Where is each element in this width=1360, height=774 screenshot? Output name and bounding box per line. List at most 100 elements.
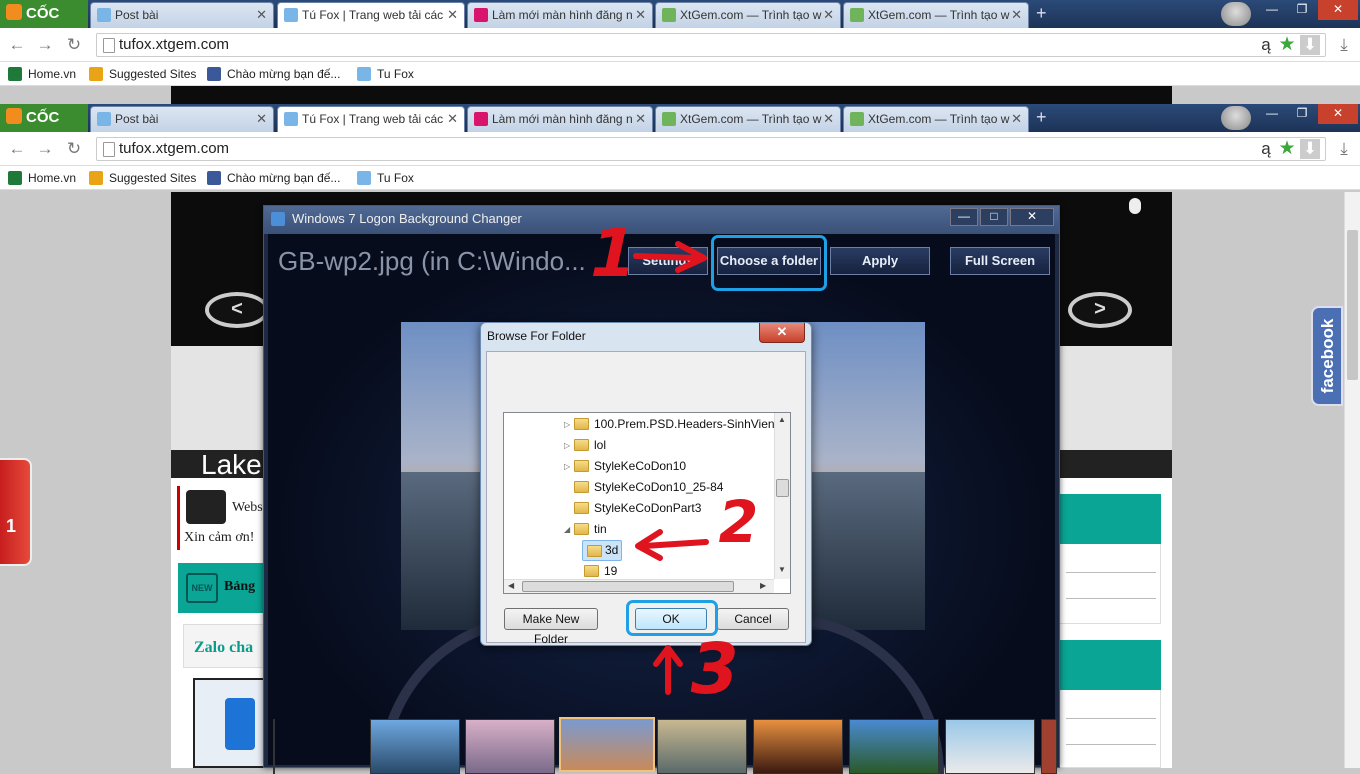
- coccoc-logo[interactable]: CỐC CỐC: [0, 0, 88, 50]
- tree-item-selected[interactable]: 3d: [582, 540, 622, 561]
- tab-tufox[interactable]: Tú Fox | Trang web tải các ✕: [277, 2, 465, 29]
- bookmark-tufox[interactable]: Tu Fox: [357, 169, 414, 187]
- close-icon[interactable]: ✕: [447, 107, 458, 131]
- window-close-button[interactable]: ✕: [1010, 208, 1054, 226]
- tree-vertical-scrollbar[interactable]: ▲ ▼: [774, 413, 790, 579]
- minimize-button[interactable]: —: [1258, 0, 1286, 20]
- sidebar-card-header-1: [1057, 494, 1161, 544]
- reload-icon[interactable]: ↻: [64, 35, 84, 55]
- xtgem-icon: [850, 8, 864, 22]
- download-arrow-icon[interactable]: ⬇: [1300, 139, 1320, 159]
- url-input[interactable]: tufox.xtgem.com: [96, 33, 1326, 57]
- bookmark-tufox[interactable]: Tu Fox: [357, 65, 414, 83]
- close-icon[interactable]: ✕: [1011, 3, 1022, 27]
- tree-horizontal-scrollbar[interactable]: ◀ ▶: [504, 579, 774, 593]
- expand-arrow-icon[interactable]: ▷: [564, 414, 574, 435]
- coccoc-logo[interactable]: CỐC CỐC: [0, 104, 88, 154]
- close-window-button[interactable]: ✕: [1318, 104, 1358, 124]
- bookmark-suggested[interactable]: Suggested Sites: [89, 65, 196, 83]
- make-new-folder-button[interactable]: Make New Folder: [504, 608, 598, 646]
- thumbnail-4-selected[interactable]: [559, 717, 655, 772]
- tab-post-bai[interactable]: Post bài ✕: [90, 106, 274, 132]
- tab-post-bai[interactable]: Post bài ✕: [90, 2, 274, 28]
- tree-item[interactable]: ▷ StyleKeCoDon10: [504, 456, 774, 477]
- close-icon[interactable]: ✕: [823, 107, 834, 131]
- cancel-button[interactable]: Cancel: [717, 608, 789, 630]
- thumbnail-9[interactable]: [1041, 719, 1057, 774]
- tab-lam-moi[interactable]: Làm mới màn hình đăng n ✕: [467, 2, 653, 28]
- slider-next-button[interactable]: >: [1068, 292, 1132, 328]
- window-minimize-button[interactable]: —: [950, 208, 978, 226]
- reload-icon[interactable]: ↻: [64, 139, 84, 159]
- t-icon: [474, 112, 488, 126]
- new-tab-button[interactable]: +: [1036, 108, 1052, 126]
- new-tab-button[interactable]: +: [1036, 4, 1052, 22]
- full-screen-button[interactable]: Full Screen: [950, 247, 1050, 275]
- annotation-arrow-left: [635, 529, 709, 561]
- thumbnail-6[interactable]: [753, 719, 843, 774]
- maximize-button[interactable]: ❐: [1288, 0, 1316, 20]
- collapse-arrow-icon[interactable]: ◢: [564, 519, 574, 540]
- bookmark-home[interactable]: Home.vn: [8, 169, 76, 187]
- tree-scroll-thumb[interactable]: [776, 479, 789, 497]
- bing-icon: [89, 67, 103, 81]
- tab-tufox[interactable]: Tú Fox | Trang web tải các ✕: [277, 106, 465, 133]
- window-maximize-button[interactable]: □: [980, 208, 1008, 226]
- maximize-button[interactable]: ❐: [1288, 104, 1316, 124]
- scroll-right-icon[interactable]: ▶: [760, 581, 766, 590]
- scroll-up-icon[interactable]: ▲: [778, 415, 786, 424]
- tree-item[interactable]: ▷ 100.Prem.PSD.Headers-SinhVienIT: [504, 414, 785, 435]
- back-icon[interactable]: ←: [7, 35, 27, 55]
- language-indicator[interactable]: ą: [1256, 35, 1276, 55]
- address-bar: ← → ↻ tufox.xtgem.com ą ★ ⬇ ⤓: [0, 132, 1360, 166]
- bookmark-facebook[interactable]: Chào mừng bạn đế...: [207, 169, 340, 187]
- close-window-button[interactable]: ✕: [1318, 0, 1358, 20]
- language-indicator[interactable]: ą: [1256, 139, 1276, 159]
- bookmark-suggested[interactable]: Suggested Sites: [89, 169, 196, 187]
- back-icon[interactable]: ←: [7, 139, 27, 159]
- close-icon[interactable]: ✕: [635, 107, 646, 131]
- close-icon[interactable]: ✕: [635, 3, 646, 27]
- apply-button[interactable]: Apply: [830, 247, 930, 275]
- thumbnail-2[interactable]: [370, 719, 460, 774]
- tree-item[interactable]: ▷ lol: [504, 435, 774, 456]
- tab-xtgem-2[interactable]: XtGem.com — Trình tạo w ✕: [843, 106, 1029, 132]
- close-icon[interactable]: ✕: [823, 3, 834, 27]
- expand-arrow-icon[interactable]: ▷: [564, 435, 574, 456]
- close-icon[interactable]: ✕: [256, 3, 267, 27]
- tab-xtgem-2[interactable]: XtGem.com — Trình tạo w ✕: [843, 2, 1029, 28]
- page-scrollbar[interactable]: [1344, 192, 1360, 768]
- left-share-tab[interactable]: 1: [0, 458, 32, 566]
- star-icon[interactable]: ★: [1277, 139, 1297, 159]
- forward-icon[interactable]: →: [35, 139, 55, 159]
- url-input[interactable]: tufox.xtgem.com: [96, 137, 1326, 161]
- tab-xtgem-1[interactable]: XtGem.com — Trình tạo w ✕: [655, 106, 841, 132]
- bookmark-facebook[interactable]: Chào mừng bạn đế...: [207, 65, 340, 83]
- thumbnail-8[interactable]: [945, 719, 1035, 774]
- close-icon[interactable]: ✕: [447, 3, 458, 27]
- tree-hscroll-thumb[interactable]: [522, 581, 734, 592]
- tab-lam-moi[interactable]: Làm mới màn hình đăng n ✕: [467, 106, 653, 132]
- download-icon[interactable]: ⤓: [1334, 35, 1354, 55]
- minimize-button[interactable]: —: [1258, 104, 1286, 124]
- thumbnail-3[interactable]: [465, 719, 555, 774]
- slider-prev-button[interactable]: <: [205, 292, 269, 328]
- page-scrollbar-thumb[interactable]: [1347, 230, 1358, 380]
- tab-xtgem-1[interactable]: XtGem.com — Trình tạo w ✕: [655, 2, 841, 28]
- download-icon[interactable]: ⤓: [1334, 139, 1354, 159]
- close-icon[interactable]: ✕: [256, 107, 267, 131]
- facebook-side-tab[interactable]: facebook: [1311, 306, 1343, 406]
- download-arrow-icon[interactable]: ⬇: [1300, 35, 1320, 55]
- thumbnail-7[interactable]: [849, 719, 939, 774]
- bookmark-home[interactable]: Home.vn: [8, 65, 76, 83]
- dialog-close-button[interactable]: ✕: [759, 323, 805, 343]
- forward-icon[interactable]: →: [35, 35, 55, 55]
- expand-arrow-icon[interactable]: ▷: [564, 456, 574, 477]
- star-icon[interactable]: ★: [1277, 35, 1297, 55]
- thumbnail-1[interactable]: [273, 719, 275, 774]
- highlight-choose-folder: [711, 235, 827, 291]
- close-icon[interactable]: ✕: [1011, 107, 1022, 131]
- scroll-down-icon[interactable]: ▼: [778, 565, 786, 574]
- scroll-left-icon[interactable]: ◀: [508, 581, 514, 590]
- thumbnail-5[interactable]: [657, 719, 747, 774]
